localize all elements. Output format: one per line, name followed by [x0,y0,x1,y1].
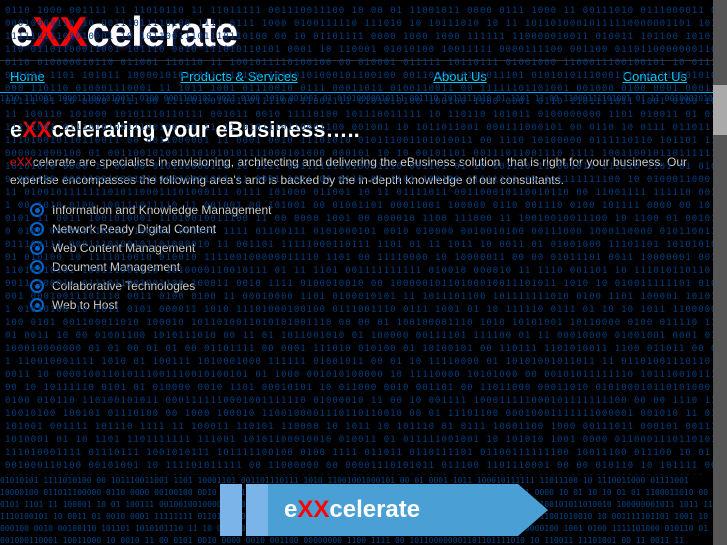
footer-xx: XX [297,496,329,523]
arrow-bar-2 [246,484,268,536]
arrow-main: eXXcelerate [268,484,548,536]
binary-background: 0110 1000 001111 11 11010110 11 11011111… [0,0,727,545]
arrow-bar-1 [220,484,242,536]
footer-area: 01010101 1111010100 00 101110011001 1101… [0,475,727,545]
arrow-bars [220,484,268,536]
scrollbar-thumb[interactable] [713,85,727,135]
footer-logo-arrow: eXXcelerate [220,484,548,536]
scrollbar[interactable] [713,0,727,545]
footer-logo-text: eXXcelerate [284,496,420,524]
